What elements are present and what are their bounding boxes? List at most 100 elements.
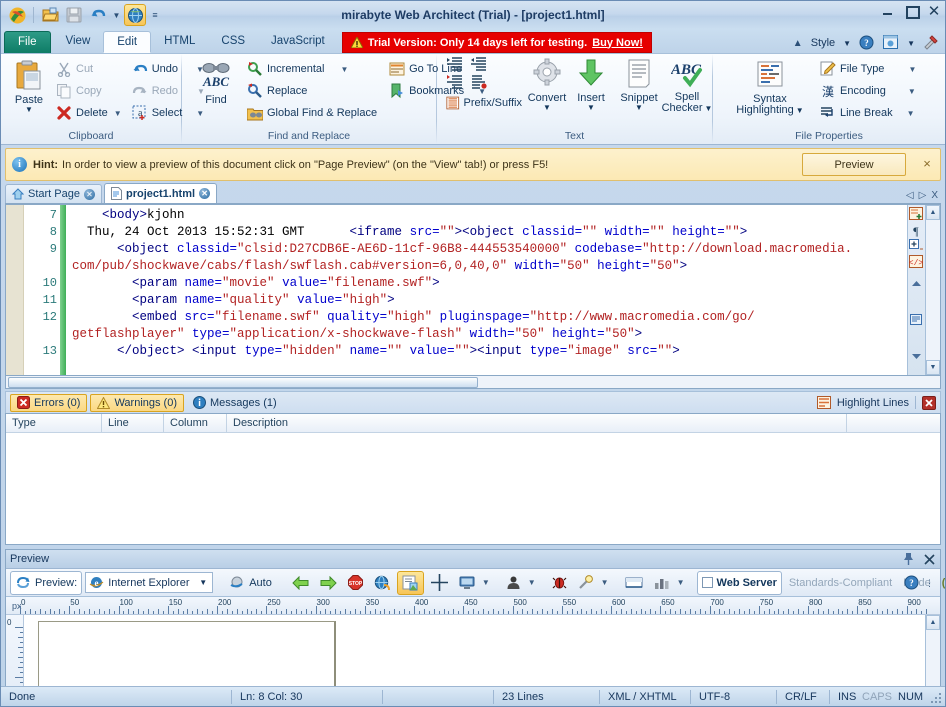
close-button[interactable]: ✕ [927, 4, 941, 19]
show-paragraph-marks-icon[interactable]: ¶ [909, 223, 924, 237]
editor-vertical-scrollbar[interactable]: ▲ ▼ [925, 205, 940, 375]
tab-html[interactable]: HTML [151, 31, 208, 53]
tab-javascript[interactable]: JavaScript [258, 31, 338, 53]
undo-icon[interactable] [87, 4, 109, 26]
forward-button[interactable] [316, 571, 341, 595]
preview-globe-icon[interactable] [124, 4, 146, 26]
inspect-caret-icon[interactable]: ▼ [601, 578, 609, 587]
chevron-up-icon[interactable]: ▲ [793, 38, 803, 49]
expand-toolbar-icon[interactable]: ⋮ [925, 578, 934, 587]
hint-preview-button[interactable]: Preview [802, 153, 906, 176]
errors-grid[interactable]: Type Line Column Description [5, 413, 941, 545]
browser-select[interactable]: e Internet Explorer ▼ [85, 572, 214, 593]
tab-file[interactable]: File [4, 31, 51, 53]
encoding-button[interactable]: 漢 Encoding ▼ [817, 80, 919, 102]
scroll-up-icon[interactable] [909, 277, 924, 291]
encoding-caret-icon[interactable]: ▼ [908, 87, 916, 96]
bookmark-gutter[interactable] [6, 205, 24, 375]
increase-indent-icon[interactable] [447, 56, 463, 72]
window-options-icon[interactable] [883, 35, 899, 51]
scroll-down-icon[interactable] [909, 349, 924, 363]
chevron-down-icon[interactable]: ▼ [843, 39, 851, 48]
highlight-lines-icon[interactable] [816, 396, 831, 409]
insert-tag-icon[interactable] [909, 207, 924, 221]
paste-caret-icon[interactable]: ▼ [25, 106, 33, 114]
snippet-button[interactable]: Snippet ▼ [617, 56, 661, 114]
preview-refresh-button[interactable]: Preview: [10, 570, 83, 595]
spell-checker-caret-icon[interactable]: ▼ [705, 104, 713, 113]
hint-close-icon[interactable]: × [920, 157, 934, 171]
close-icon[interactable] [924, 553, 935, 565]
errors-column-header[interactable]: Type [6, 414, 102, 432]
tools-icon[interactable] [923, 35, 939, 51]
insert-button[interactable]: Insert ▼ [569, 56, 613, 114]
close-panel-icon[interactable] [922, 395, 936, 410]
customize-qat-icon[interactable]: ≡ [148, 4, 162, 26]
tab-view[interactable]: View [53, 31, 104, 53]
trial-version-banner[interactable]: Trial Version: Only 14 days left for tes… [341, 32, 652, 53]
auto-refresh-button[interactable]: Auto [225, 571, 276, 595]
chart-button[interactable] [650, 571, 674, 595]
refresh-globe-button[interactable] [370, 571, 394, 595]
user-agent-caret-icon[interactable]: ▼ [528, 578, 536, 587]
errors-column-header[interactable]: Description [227, 414, 847, 432]
editor-scroll-down-button[interactable]: ▼ [926, 360, 940, 375]
back-button[interactable] [288, 571, 313, 595]
incremental-button[interactable]: Incremental ▼ [244, 58, 380, 80]
file-type-caret-icon[interactable]: ▼ [908, 65, 916, 74]
warnings-tab[interactable]: Warnings (0) [90, 393, 185, 412]
doc-tabs-prev-icon[interactable]: ◁ [906, 190, 914, 201]
file-type-button[interactable]: File Type ▼ [817, 58, 919, 80]
stop-button[interactable]: STOP [344, 571, 367, 595]
browser-select-caret-icon[interactable]: ▼ [199, 578, 207, 587]
doc-tabs-close-icon[interactable]: X [931, 190, 938, 201]
delete-button[interactable]: Delete ▼ [53, 102, 125, 124]
page-preview-button[interactable] [396, 570, 424, 595]
document-map-icon[interactable] [909, 313, 924, 327]
minimize-button[interactable] [881, 4, 895, 18]
doc-tab-start-page[interactable]: Start Page ✕ [5, 184, 102, 203]
convert-button[interactable]: Convert ▼ [525, 56, 569, 114]
copy-button[interactable]: Copy [53, 80, 125, 102]
code-text-area[interactable]: <body>kjohn Thu, 24 Oct 2013 15:52:31 GM… [66, 205, 907, 375]
insert-caret-icon[interactable]: ▼ [587, 104, 595, 112]
style-menu-label[interactable]: Style [811, 37, 835, 49]
replace-button[interactable]: Replace [244, 80, 380, 102]
doc-tab-start-page-close[interactable]: ✕ [83, 188, 95, 200]
preview-scroll-up-button[interactable]: ▲ [926, 615, 940, 630]
crosshair-button[interactable] [427, 571, 452, 595]
code-editor[interactable]: 7 8 9 10 11 12 13 <body>kjohn Thu, 24 Oct 2013… [5, 204, 941, 376]
expand-all-icon[interactable] [909, 239, 924, 253]
errors-tab[interactable]: Errors (0) [10, 393, 88, 412]
buy-now-link[interactable]: Buy Now! [592, 37, 643, 49]
debug-button[interactable] [548, 571, 571, 595]
decrease-indent-icon[interactable] [471, 56, 487, 72]
layout-button[interactable] [621, 571, 647, 595]
editor-scroll-up-button[interactable]: ▲ [926, 205, 940, 220]
open-folder-icon[interactable] [39, 4, 61, 26]
code-folding-icon[interactable]: </> [909, 255, 924, 269]
maximize-button[interactable] [904, 4, 920, 19]
qat-undo-dropdown[interactable]: ▼ [111, 4, 122, 26]
uncomment-icon[interactable] [471, 74, 487, 90]
save-icon[interactable] [63, 4, 85, 26]
tab-css[interactable]: CSS [208, 31, 258, 53]
syntax-highlighting-caret-icon[interactable]: ▼ [796, 106, 804, 115]
global-find-replace-button[interactable]: Global Find & Replace [244, 102, 380, 124]
resize-grip[interactable] [929, 691, 943, 705]
help-icon[interactable]: ? [904, 575, 919, 590]
snippet-caret-icon[interactable]: ▼ [635, 104, 643, 112]
delete-caret-icon[interactable]: ▼ [114, 109, 122, 118]
prefix-suffix-button[interactable]: Prefix/Suffix [443, 92, 525, 114]
editor-horizontal-scrollbar[interactable] [5, 376, 941, 389]
pin-icon[interactable] [903, 553, 914, 565]
highlight-lines-label[interactable]: Highlight Lines [837, 397, 909, 409]
tab-edit[interactable]: Edit [103, 31, 152, 53]
find-button[interactable]: ABC Find [194, 58, 238, 108]
syntax-highlighting-button[interactable]: Syntax Highlighting ▼ [727, 58, 813, 118]
doc-tab-project1-close[interactable]: ✕ [199, 188, 211, 199]
editor-hscroll-thumb[interactable] [8, 376, 478, 388]
inspect-button[interactable] [574, 571, 598, 595]
chart-caret-icon[interactable]: ▼ [677, 578, 685, 587]
comment-icon[interactable] [447, 74, 463, 90]
